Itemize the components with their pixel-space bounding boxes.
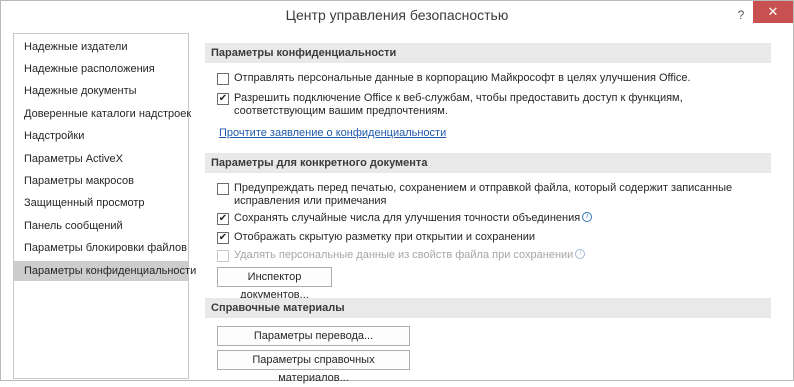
checkmark-icon: ✔ bbox=[218, 213, 228, 224]
send-personal-info-label: Отправлять персональные данные в корпора… bbox=[234, 72, 691, 84]
research-section-header: Справочные материалы bbox=[205, 298, 771, 318]
info-icon[interactable]: i bbox=[582, 212, 593, 222]
translation-options-button[interactable]: Параметры перевода... bbox=[217, 326, 410, 346]
sidebar-item-message-bar[interactable]: Панель сообщений bbox=[14, 216, 188, 236]
remove-personal-info-label: Удалять персональные данные из свойств ф… bbox=[234, 249, 574, 261]
sidebar-item-trusted-publishers[interactable]: Надежные издатели bbox=[14, 37, 188, 57]
sidebar-item-file-block[interactable]: Параметры блокировки файлов bbox=[14, 238, 188, 258]
research-options-button[interactable]: Параметры справочных материалов... bbox=[217, 350, 410, 384]
privacy-statement-link[interactable]: Прочтите заявление о конфиденциальности bbox=[219, 127, 446, 139]
trust-center-window: Центр управления безопасностью ? ✕ Надеж… bbox=[0, 0, 794, 384]
warn-tracked-changes-label: Предупреждать перед печатью, сохранением… bbox=[234, 182, 733, 207]
connect-web-services-checkbox[interactable]: ✔ bbox=[217, 93, 229, 105]
title-bar: Центр управления безопасностью ? ✕ bbox=[1, 1, 793, 31]
content-pane: Параметры конфиденциальности Отправлять … bbox=[201, 33, 791, 384]
info-icon: i bbox=[575, 249, 586, 259]
sidebar: Надежные издатели Надежные расположения … bbox=[13, 33, 196, 379]
document-inspector-button[interactable]: Инспектор документов... bbox=[217, 267, 332, 301]
sidebar-item-activex[interactable]: Параметры ActiveX bbox=[14, 149, 188, 169]
connect-web-services-label: Разрешить подключение Office к веб-служб… bbox=[234, 92, 683, 117]
sidebar-item-trusted-documents[interactable]: Надежные документы bbox=[14, 81, 188, 101]
remove-personal-info-label-wrap: Удалять персональные данные из свойств ф… bbox=[234, 249, 586, 262]
close-button[interactable]: ✕ bbox=[753, 1, 793, 23]
remove-personal-info-checkbox bbox=[217, 250, 229, 262]
sidebar-item-trusted-addin-catalogs[interactable]: Доверенные каталоги надстроек bbox=[14, 104, 191, 124]
sidebar-item-addins[interactable]: Надстройки bbox=[14, 126, 188, 146]
random-numbers-label: Сохранять случайные числа для улучшения … bbox=[234, 212, 581, 224]
sidebar-item-privacy[interactable]: Параметры конфиденциальности bbox=[14, 261, 196, 281]
window-title: Центр управления безопасностью bbox=[285, 7, 509, 23]
privacy-section-header: Параметры конфиденциальности bbox=[205, 43, 771, 63]
checkmark-icon: ✔ bbox=[218, 232, 228, 243]
sidebar-item-trusted-locations[interactable]: Надежные расположения bbox=[14, 59, 188, 79]
random-numbers-checkbox[interactable]: ✔ bbox=[217, 213, 229, 225]
hidden-markup-label: Отображать скрытую разметку при открытии… bbox=[234, 231, 536, 243]
sidebar-item-protected-view[interactable]: Защищенный просмотр bbox=[14, 193, 188, 213]
random-numbers-label-wrap: Сохранять случайные числа для улучшения … bbox=[234, 212, 593, 225]
help-button[interactable]: ? bbox=[733, 7, 749, 23]
warn-tracked-changes-checkbox[interactable] bbox=[217, 183, 229, 195]
checkmark-icon: ✔ bbox=[218, 93, 228, 104]
document-section-header: Параметры для конкретного документа bbox=[205, 153, 771, 173]
sidebar-item-macros[interactable]: Параметры макросов bbox=[14, 171, 188, 191]
send-personal-info-checkbox[interactable] bbox=[217, 73, 229, 85]
hidden-markup-checkbox[interactable]: ✔ bbox=[217, 232, 229, 244]
close-icon: ✕ bbox=[767, 4, 779, 19]
